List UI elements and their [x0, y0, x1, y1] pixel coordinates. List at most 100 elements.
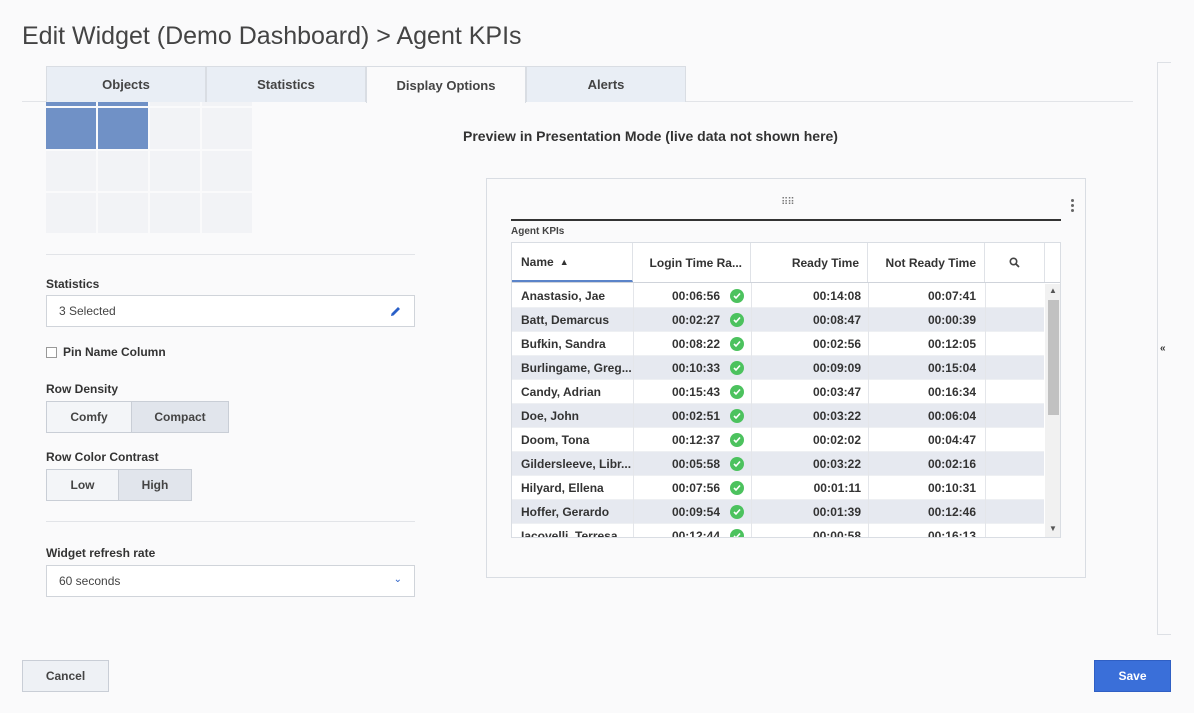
drag-handle-icon[interactable]: ⠿⠿ — [781, 197, 795, 208]
scroll-down-icon[interactable]: ▼ — [1049, 524, 1057, 533]
column-header-login-time[interactable]: Login Time Ra... — [633, 243, 751, 282]
tab-alerts[interactable]: Alerts — [526, 66, 686, 102]
row-density-compact-button[interactable]: Compact — [131, 402, 228, 432]
table-row[interactable]: Iacovelli, Terresa 00:12:44 00:00:58 00:16:… — [512, 524, 1044, 538]
ready-time-cell-text: 00:00:58 — [812, 529, 861, 538]
ready-time-cell-text: 00:03:22 — [812, 409, 861, 423]
table-scrollbar[interactable]: ▲ ▼ — [1045, 284, 1060, 537]
not-ready-time-cell: 00:06:04 — [868, 404, 985, 428]
ready-time-cell: 00:08:47 — [751, 308, 868, 332]
column-header-ready-time[interactable]: Ready Time — [751, 243, 868, 282]
table-row[interactable]: Burlingame, Greg... 00:10:33 00:09:09 00:15… — [512, 356, 1044, 380]
grid-cell[interactable] — [150, 151, 200, 191]
ready-time-cell: 00:02:02 — [751, 428, 868, 452]
not-ready-time-cell: 00:12:46 — [868, 500, 985, 524]
grid-cell[interactable] — [98, 108, 148, 149]
grid-cell[interactable] — [202, 193, 252, 233]
login-time-cell: 00:08:22 — [633, 332, 751, 356]
table-row[interactable]: Doom, Tona 00:12:37 00:02:02 00:04:47 — [512, 428, 1044, 452]
widget-size-grid[interactable] — [46, 102, 254, 233]
ready-time-cell: 00:14:08 — [751, 284, 868, 308]
refresh-rate-select[interactable]: 60 seconds ⌄ — [46, 565, 415, 597]
ready-time-cell: 00:09:09 — [751, 356, 868, 380]
not-ready-time-cell: 00:12:05 — [868, 332, 985, 356]
pencil-icon[interactable] — [389, 305, 402, 321]
column-header-name[interactable]: Name ▲ — [512, 243, 633, 282]
grid-cell[interactable] — [98, 151, 148, 191]
statistics-selector[interactable]: 3 Selected — [46, 295, 415, 327]
row-contrast-high-button[interactable]: High — [118, 470, 191, 500]
grid-cell[interactable] — [150, 108, 200, 149]
table-row[interactable]: Anastasio, Jae 00:06:56 00:14:08 00:07:41 — [512, 284, 1044, 308]
cancel-button[interactable]: Cancel — [22, 660, 109, 692]
login-time-cell: 00:15:43 — [633, 380, 751, 404]
grid-cell[interactable] — [150, 193, 200, 233]
grid-cell[interactable] — [46, 102, 96, 106]
login-time-cell-text: 00:10:33 — [671, 361, 720, 375]
ready-time-cell-text: 00:09:09 — [812, 361, 861, 375]
tab-display-options[interactable]: Display Options — [366, 66, 526, 103]
not-ready-time-cell: 00:15:04 — [868, 356, 985, 380]
login-time-cell-text: 00:05:58 — [671, 457, 720, 471]
ready-time-cell-text: 00:03:22 — [812, 457, 861, 471]
double-chevron-left-icon[interactable]: « — [1160, 343, 1166, 354]
agent-name-cell-text: Iacovelli, Terresa — [521, 529, 618, 538]
table-row[interactable]: Gildersleeve, Libr... 00:05:58 00:03:22 00:… — [512, 452, 1044, 476]
not-ready-time-cell-text: 00:12:46 — [927, 505, 976, 519]
row-density-comfy-button[interactable]: Comfy — [47, 402, 131, 432]
column-divider — [985, 283, 986, 537]
row-contrast-low-button[interactable]: Low — [47, 470, 118, 500]
edit-widget-page: Edit Widget (Demo Dashboard) > Agent KPI… — [0, 0, 1194, 713]
scroll-up-icon[interactable]: ▲ — [1049, 286, 1057, 295]
search-icon[interactable] — [985, 243, 1045, 282]
table-row[interactable]: Hilyard, Ellena 00:07:56 00:01:11 00:10:31 — [512, 476, 1044, 500]
table-row[interactable]: Bufkin, Sandra 00:08:22 00:02:56 00:12:05 — [512, 332, 1044, 356]
not-ready-time-cell: 00:10:31 — [868, 476, 985, 500]
grid-cell[interactable] — [202, 151, 252, 191]
agent-name-cell-text: Hoffer, Gerardo — [521, 505, 610, 519]
column-header-not-ready-time[interactable]: Not Ready Time — [868, 243, 985, 282]
divider — [46, 521, 415, 522]
login-time-cell: 00:02:51 — [633, 404, 751, 428]
divider — [46, 254, 415, 255]
tab-statistics[interactable]: Statistics — [206, 66, 366, 102]
save-button[interactable]: Save — [1094, 660, 1171, 692]
status-ok-icon — [730, 361, 744, 375]
grid-cell[interactable] — [46, 151, 96, 191]
tab-bar: Objects Statistics Display Options Alert… — [22, 66, 1133, 103]
not-ready-time-cell: 00:04:47 — [868, 428, 985, 452]
more-options-icon[interactable] — [1071, 199, 1075, 214]
row-density-toggle: Comfy Compact — [46, 401, 229, 433]
widget-title: Agent KPIs — [511, 226, 565, 237]
table-row[interactable]: Candy, Adrian 00:15:43 00:03:47 00:16:34 — [512, 380, 1044, 404]
agent-name-cell-text: Anastasio, Jae — [521, 289, 606, 303]
table-row[interactable]: Doe, John 00:02:51 00:03:22 00:06:04 — [512, 404, 1044, 428]
status-ok-icon — [730, 505, 744, 519]
table-row[interactable]: Batt, Demarcus 00:02:27 00:08:47 00:00:39 — [512, 308, 1044, 332]
agent-name-cell: Batt, Demarcus — [521, 308, 631, 332]
agent-name-cell: Gildersleeve, Libr... — [521, 452, 631, 476]
login-time-cell-text: 00:02:51 — [671, 409, 720, 423]
agent-name-cell: Candy, Adrian — [521, 380, 631, 404]
login-time-cell-text: 00:08:22 — [671, 337, 720, 351]
scroll-thumb[interactable] — [1048, 300, 1059, 415]
status-ok-icon — [730, 385, 744, 399]
tab-objects[interactable]: Objects — [46, 66, 206, 102]
grid-cell[interactable] — [46, 193, 96, 233]
row-contrast-label: Row Color Contrast — [46, 450, 159, 464]
pin-name-checkbox[interactable] — [46, 346, 57, 358]
grid-cell[interactable] — [202, 102, 252, 106]
status-ok-icon — [730, 481, 744, 495]
grid-cell[interactable] — [202, 108, 252, 149]
grid-cell[interactable] — [46, 108, 96, 149]
grid-cell[interactable] — [150, 102, 200, 106]
grid-cell[interactable] — [98, 102, 148, 106]
column-divider — [751, 283, 752, 537]
table-row[interactable]: Hoffer, Gerardo 00:09:54 00:01:39 00:12:46 — [512, 500, 1044, 524]
login-time-cell-text: 00:12:44 — [671, 529, 720, 538]
pin-name-column-option[interactable]: Pin Name Column — [46, 345, 166, 359]
agent-name-cell: Hoffer, Gerardo — [521, 500, 631, 524]
grid-cell[interactable] — [98, 193, 148, 233]
ready-time-cell: 00:01:11 — [751, 476, 868, 500]
agent-name-cell-text: Doe, John — [521, 409, 580, 423]
